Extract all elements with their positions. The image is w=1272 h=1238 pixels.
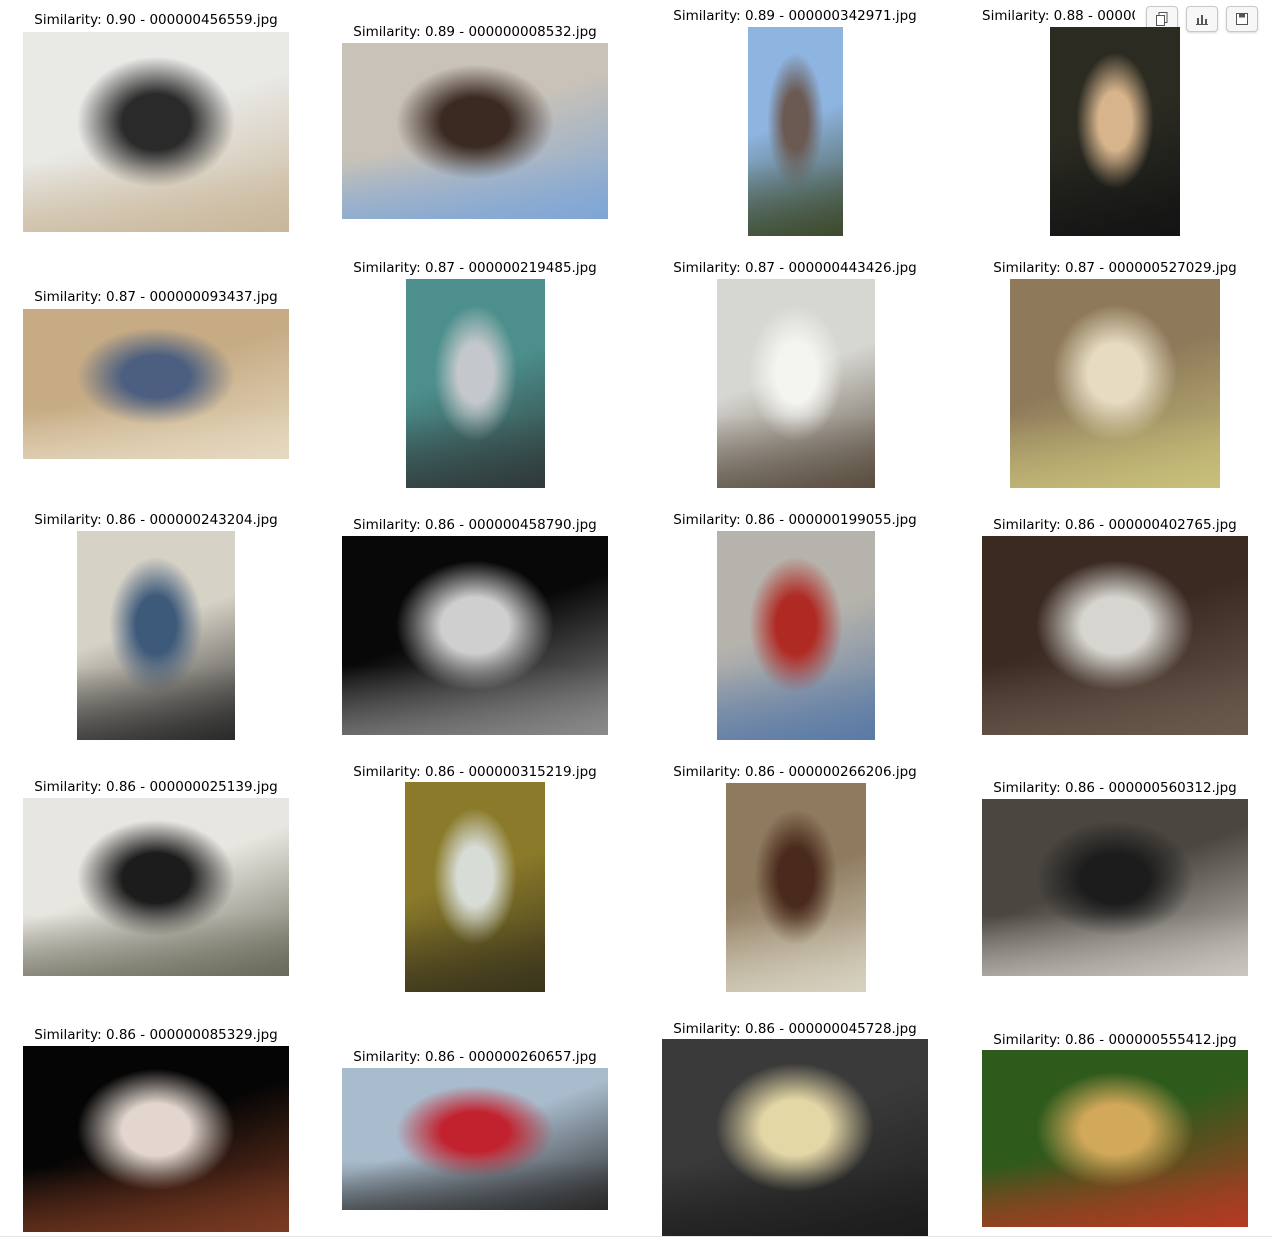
- image-shading: [982, 1165, 1248, 1227]
- bar-chart-icon: [1196, 15, 1208, 25]
- image-shading: [982, 914, 1248, 976]
- result-image: [717, 531, 875, 740]
- result-image: [23, 32, 289, 232]
- similarity-caption: Similarity: 0.87 - 000000093437.jpg: [34, 289, 278, 305]
- results-grid: Similarity: 0.90 - 000000456559.jpg Simil…: [0, 0, 1272, 1238]
- image-shading: [405, 918, 545, 992]
- save-button[interactable]: [1226, 6, 1258, 32]
- result-image: [717, 279, 875, 488]
- image-shading: [23, 406, 289, 459]
- image-shading: [23, 162, 289, 232]
- similarity-caption: Similarity: 0.89 - 000000342971.jpg: [673, 8, 917, 24]
- result-image: [982, 799, 1248, 976]
- result-image: [1050, 27, 1180, 236]
- similarity-caption: Similarity: 0.86 - 000000315219.jpg: [353, 764, 597, 780]
- copy-icon: [1156, 12, 1168, 26]
- result-image: [23, 1046, 289, 1232]
- result-image: [23, 798, 289, 976]
- image-shading: [982, 665, 1248, 735]
- output-divider: [0, 1236, 1272, 1237]
- result-image: [405, 782, 545, 992]
- similarity-caption: Similarity: 0.86 - 000000085329.jpg: [34, 1027, 278, 1043]
- image-shading: [748, 162, 843, 236]
- save-icon: [1236, 13, 1248, 25]
- image-shading: [717, 414, 875, 488]
- result-image: [23, 309, 289, 459]
- result-image: [748, 27, 843, 236]
- similarity-caption: Similarity: 0.86 - 000000199055.jpg: [673, 512, 917, 528]
- similarity-caption: Similarity: 0.87 - 000000443426.jpg: [673, 260, 917, 276]
- image-shading: [77, 666, 235, 740]
- result-image: [982, 1050, 1248, 1227]
- image-shading: [23, 1166, 289, 1232]
- similarity-caption: Similarity: 0.86 - 000000025139.jpg: [34, 779, 278, 795]
- result-image: [342, 1068, 608, 1210]
- image-shading: [342, 665, 608, 735]
- result-image: [662, 1039, 928, 1236]
- similarity-caption: Similarity: 0.87 - 000000219485.jpg: [353, 260, 597, 276]
- result-image: [982, 536, 1248, 735]
- similarity-caption: Similarity: 0.87 - 000000527029.jpg: [993, 260, 1237, 276]
- similarity-caption: Similarity: 0.86 - 000000555412.jpg: [993, 1032, 1237, 1048]
- similarity-caption: Similarity: 0.86 - 000000260657.jpg: [353, 1049, 597, 1065]
- similarity-caption: Similarity: 0.86 - 000000266206.jpg: [673, 764, 917, 780]
- similarity-caption: Similarity: 0.89 - 000000008532.jpg: [353, 24, 597, 40]
- result-image: [77, 531, 235, 740]
- image-shading: [1050, 162, 1180, 236]
- result-image: [406, 279, 545, 488]
- image-shading: [717, 666, 875, 740]
- similarity-caption: Similarity: 0.88 - 000000: [982, 8, 1135, 24]
- result-image: [1010, 279, 1220, 488]
- image-shading: [342, 1160, 608, 1210]
- image-shading: [662, 1167, 928, 1236]
- image-shading: [726, 918, 866, 992]
- similarity-caption: Similarity: 0.90 - 000000456559.jpg: [34, 12, 278, 28]
- image-shading: [406, 414, 545, 488]
- image-shading: [342, 157, 608, 219]
- similarity-caption: Similarity: 0.86 - 000000458790.jpg: [353, 517, 597, 533]
- result-image: [342, 536, 608, 735]
- result-image: [726, 783, 866, 992]
- chart-button[interactable]: [1186, 6, 1218, 32]
- image-shading: [23, 913, 289, 976]
- image-shading: [1010, 414, 1220, 488]
- similarity-caption: Similarity: 0.86 - 000000402765.jpg: [993, 517, 1237, 533]
- similarity-caption: Similarity: 0.86 - 000000045728.jpg: [673, 1021, 917, 1037]
- similarity-caption: Similarity: 0.86 - 000000560312.jpg: [993, 780, 1237, 796]
- result-image: [342, 43, 608, 219]
- similarity-caption: Similarity: 0.86 - 000000243204.jpg: [34, 512, 278, 528]
